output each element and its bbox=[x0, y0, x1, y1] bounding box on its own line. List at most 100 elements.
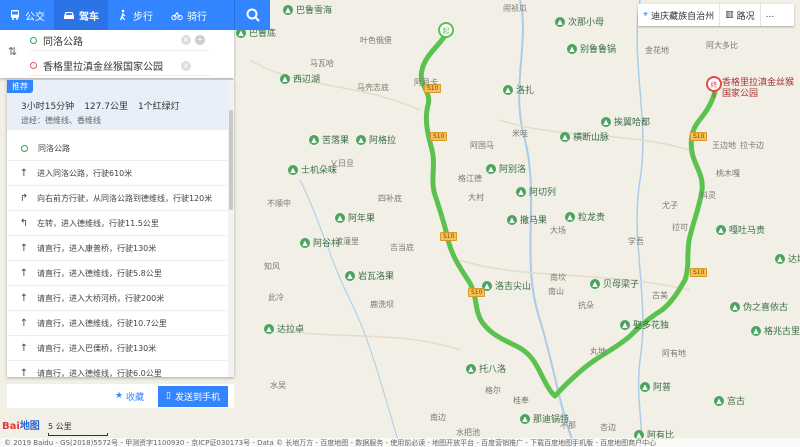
route-step[interactable]: 同洛公路 bbox=[7, 136, 228, 161]
traffic-button[interactable]: ▥ 路况 bbox=[720, 4, 761, 26]
traffic-label: 路况 bbox=[736, 11, 755, 22]
mountain-icon: ▲ bbox=[283, 4, 293, 15]
place-label: 南山 bbox=[548, 287, 564, 296]
more-label: ... bbox=[765, 10, 775, 20]
poi-marker[interactable]: ▲ 达拉卓 bbox=[264, 322, 304, 335]
route-step[interactable]: ↑ 请直行，进入德维线，行驶10.7公里 bbox=[7, 311, 228, 336]
step-text: 请直行，进入巴傈桥，行驶130米 bbox=[37, 343, 157, 353]
mode-tab-car[interactable]: 驾车 bbox=[54, 0, 108, 30]
poi-marker[interactable]: ▲ 横断山脉 bbox=[560, 130, 609, 143]
poi-label: 洛吉尖山 bbox=[495, 282, 532, 292]
route-step[interactable]: ↑ 进入同洛公路，行驶610米 bbox=[7, 161, 228, 186]
poi-marker[interactable]: ▲ 阿别洛 bbox=[486, 162, 526, 175]
poi-marker[interactable]: ▲ 巴鲁雪海 bbox=[283, 3, 332, 16]
start-input[interactable]: 同洛公路 bbox=[43, 33, 83, 48]
city-selector[interactable]: ⌖ 迪庆藏族自治州 bbox=[638, 4, 721, 26]
poi-label: 阿切列 bbox=[529, 188, 557, 198]
poi-marker[interactable]: ▲ 岩瓦洛果 bbox=[345, 269, 394, 282]
poi-marker[interactable]: ▲达境 bbox=[775, 252, 800, 265]
mode-tab-bike[interactable]: 骑行 bbox=[162, 0, 216, 30]
route-summary[interactable]: 推荐 3小时15分钟 127.7公里 1个红绿灯 途经：德维线、香维线 bbox=[7, 80, 228, 130]
clear-end-icon[interactable]: × bbox=[181, 61, 191, 71]
poi-marker[interactable]: ▲ 贝母梁子 bbox=[590, 277, 639, 290]
mountain-icon: ▲ bbox=[590, 278, 600, 289]
poi-marker[interactable]: ▲ 娶多花独 bbox=[620, 318, 669, 331]
more-button[interactable]: ... bbox=[761, 4, 780, 26]
place-label: 杏边 bbox=[600, 423, 616, 432]
poi-label: 挨翼哈都 bbox=[614, 118, 651, 128]
place-label: 抗朵 bbox=[578, 301, 594, 310]
swap-icon[interactable]: ⇅ bbox=[8, 45, 17, 58]
poi-marker[interactable]: ▲ 伪之喜依古 bbox=[730, 300, 788, 313]
poi-label: 达境 bbox=[788, 255, 800, 265]
mountain-icon: ▲ bbox=[714, 395, 724, 406]
poi-marker[interactable]: ▲ 嘎吐马贵 bbox=[716, 223, 765, 236]
mountain-icon: ▲ bbox=[345, 270, 355, 281]
poi-marker[interactable]: ▲ 洛扎 bbox=[503, 83, 534, 96]
send-label: 发送到手机 bbox=[174, 392, 220, 403]
poi-marker[interactable]: ▲ 托八洛 bbox=[466, 362, 506, 375]
end-input[interactable]: 香格里拉滇金丝猴国家公园 bbox=[43, 58, 163, 73]
results-scrollbar[interactable] bbox=[228, 80, 234, 377]
place-label: 学吾 bbox=[628, 237, 644, 246]
poi-marker[interactable]: ▲ 次那小母 bbox=[555, 15, 604, 28]
collect-button[interactable]: ★ 收藏 bbox=[109, 387, 150, 406]
poi-marker[interactable]: ▲ 西辺湖 bbox=[280, 72, 320, 85]
place-label: 吉当底 bbox=[390, 243, 414, 252]
poi-marker[interactable]: ▲ 别鲁鲁锅 bbox=[567, 42, 616, 55]
route-step[interactable]: ↑ 请直行，进入德维线，行驶5.8公里 bbox=[7, 261, 228, 286]
poi-marker[interactable]: ▲ 阿谷村 bbox=[300, 236, 340, 249]
mountain-icon: ▲ bbox=[601, 116, 611, 127]
mode-tab-bus[interactable]: 公交 bbox=[0, 0, 54, 30]
poi-label: 阿年果 bbox=[348, 214, 376, 224]
place-label: 王边地 bbox=[712, 141, 736, 150]
mountain-icon: ▲ bbox=[309, 134, 319, 145]
poi-marker[interactable]: ▲ 阿切列 bbox=[516, 185, 556, 198]
poi-label: 苦落果 bbox=[322, 136, 350, 146]
poi-marker[interactable]: ▲ 阿普 bbox=[640, 380, 671, 393]
route-step[interactable]: ↑ 请直行，进入巴傈桥，行驶130米 bbox=[7, 336, 228, 361]
send-to-phone-button[interactable]: ▯ 发送到手机 bbox=[158, 385, 228, 407]
poi-marker[interactable]: ▲ 粒龙贵 bbox=[565, 210, 605, 223]
turn-straight-icon: ↑ bbox=[19, 167, 29, 179]
poi-marker[interactable]: ▲ 洛吉尖山 bbox=[482, 279, 531, 292]
place-label: 闹祯瓜 bbox=[503, 4, 527, 13]
mountain-icon: ▲ bbox=[520, 413, 530, 424]
poi-marker[interactable]: ▲ 格兆古里 bbox=[751, 324, 800, 337]
add-waypoint-icon[interactable]: + bbox=[195, 35, 205, 45]
poi-marker[interactable]: ▲ 宫古 bbox=[714, 394, 745, 407]
baidu-logo[interactable]: Bai地图 bbox=[2, 417, 40, 432]
turn-straight-icon: ↑ bbox=[19, 242, 29, 254]
route-step[interactable]: ↑ 请直行，进入德维线，行驶6.0公里 bbox=[7, 361, 228, 378]
step-text: 向右前方行驶，从同洛公路到德维线，行驶120米 bbox=[37, 193, 213, 203]
start-marker[interactable]: 起 bbox=[438, 22, 454, 38]
clear-start-icon[interactable]: × bbox=[181, 35, 191, 45]
mode-tab-walk[interactable]: 步行 bbox=[108, 0, 162, 30]
search-icon bbox=[246, 8, 260, 22]
poi-marker[interactable]: ▲ 苦落果 bbox=[309, 133, 349, 146]
travel-mode-bar: 公交 驾车 步行 骑行 bbox=[0, 0, 234, 30]
mode-label: 步行 bbox=[133, 11, 153, 23]
mountain-icon: ▲ bbox=[466, 363, 476, 374]
poi-marker[interactable]: ▲ 撒马果 bbox=[507, 213, 547, 226]
walk-icon bbox=[117, 9, 129, 21]
route-step[interactable]: ↑ 请直行，进入康普桥，行驶130米 bbox=[7, 236, 228, 261]
scale-label: 5 公里 bbox=[48, 422, 72, 431]
poi-marker[interactable]: ▲ 阿年果 bbox=[335, 211, 375, 224]
mountain-icon: ▲ bbox=[567, 43, 577, 54]
route-step[interactable]: ↑ 请直行，进入大桥河桥，行驶200米 bbox=[7, 286, 228, 311]
route-step[interactable]: ↱ 向右前方行驶，从同洛公路到德维线，行驶120米 bbox=[7, 186, 228, 211]
poi-marker[interactable]: ▲ 阿格拉 bbox=[356, 133, 396, 146]
turn-straight-icon: ↑ bbox=[19, 317, 29, 329]
turn-straight-icon: ↑ bbox=[19, 292, 29, 304]
poi-marker[interactable]: ▲ 挨翼哈都 bbox=[601, 115, 650, 128]
place-label: 阿月卡 bbox=[414, 78, 438, 87]
search-button[interactable] bbox=[234, 0, 270, 30]
mountain-icon: ▲ bbox=[335, 212, 345, 223]
route-step[interactable]: ↰ 左转，进入德维线，行驶11.5公里 bbox=[7, 211, 228, 236]
poi-label: 嘎吐马贵 bbox=[729, 226, 766, 236]
place-label: 阿大多比 bbox=[706, 41, 738, 50]
mountain-icon: ▲ bbox=[507, 214, 517, 225]
recommend-badge: 推荐 bbox=[7, 80, 33, 93]
step-text: 请直行，进入大桥河桥，行驶200米 bbox=[37, 293, 165, 303]
